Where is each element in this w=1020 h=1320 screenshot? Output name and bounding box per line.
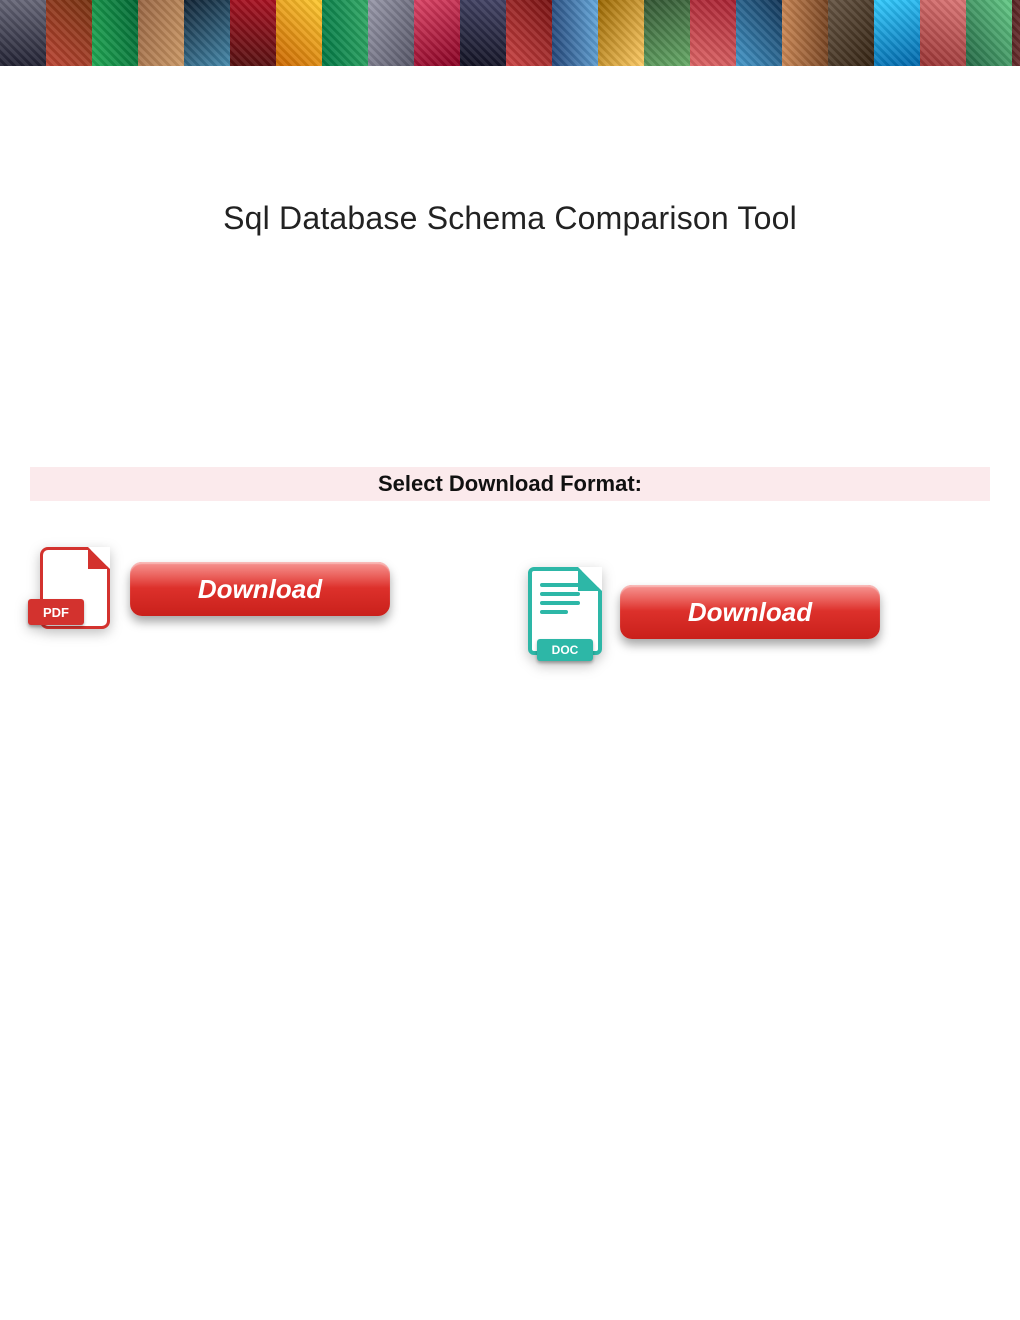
doc-file-icon: DOC xyxy=(520,563,610,661)
download-option-pdf: PDF Download xyxy=(28,541,390,637)
banner-tile xyxy=(322,0,368,66)
doc-badge: DOC xyxy=(537,639,593,661)
banner-tile xyxy=(46,0,92,66)
banner-tile xyxy=(92,0,138,66)
banner-tile xyxy=(184,0,230,66)
banner-tile xyxy=(138,0,184,66)
download-pdf-button-label: Download xyxy=(198,574,322,605)
top-banner-collage xyxy=(0,0,1020,68)
banner-tile xyxy=(552,0,598,66)
banner-tile xyxy=(1012,0,1020,66)
select-format-label: Select Download Format: xyxy=(378,471,642,497)
banner-tile xyxy=(920,0,966,66)
banner-tile xyxy=(506,0,552,66)
page-title: Sql Database Schema Comparison Tool xyxy=(20,200,1000,237)
banner-tile xyxy=(782,0,828,66)
banner-tile xyxy=(690,0,736,66)
banner-tile xyxy=(0,0,46,66)
download-option-doc: DOC Download xyxy=(520,563,880,661)
download-pdf-button[interactable]: Download xyxy=(130,562,390,616)
banner-tile xyxy=(644,0,690,66)
banner-tile xyxy=(874,0,920,66)
download-doc-button-label: Download xyxy=(688,597,812,628)
page-body: Sql Database Schema Comparison Tool Sele… xyxy=(0,200,1020,661)
banner-tile xyxy=(598,0,644,66)
banner-tile xyxy=(230,0,276,66)
banner-tile xyxy=(276,0,322,66)
banner-tile xyxy=(368,0,414,66)
format-strip: Select Download Format: xyxy=(30,467,990,501)
banner-tile xyxy=(414,0,460,66)
pdf-file-icon: PDF xyxy=(28,541,120,637)
banner-tile xyxy=(460,0,506,66)
download-row: PDF Download DOC Download xyxy=(20,541,1000,661)
banner-tile xyxy=(966,0,1012,66)
banner-tile xyxy=(828,0,874,66)
download-doc-button[interactable]: Download xyxy=(620,585,880,639)
banner-tile xyxy=(736,0,782,66)
pdf-badge: PDF xyxy=(28,599,84,625)
